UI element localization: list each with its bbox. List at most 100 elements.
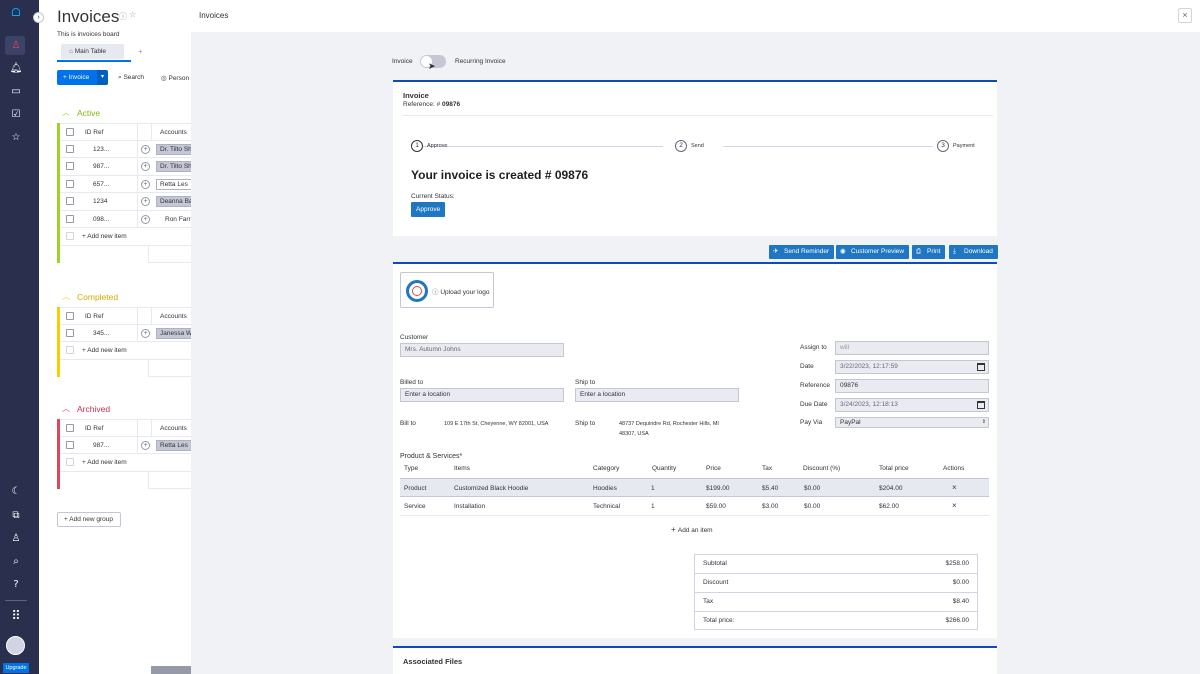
table-row[interactable]: 1234 + Deanna Ba (60, 193, 191, 211)
ship-to-input[interactable]: Enter a location (575, 388, 739, 402)
row-checkbox[interactable] (66, 197, 74, 205)
app-logo-icon[interactable]: ᗝ (9, 6, 23, 20)
add-update-icon[interactable]: + (141, 144, 150, 154)
group-title-active[interactable]: Active (77, 108, 100, 118)
account-cell[interactable]: Retta Les (156, 439, 191, 451)
row-checkbox[interactable] (66, 440, 74, 449)
group-collapse-icon[interactable]: ︿ (62, 291, 70, 302)
assign-to-input[interactable]: will (835, 341, 989, 355)
add-update-icon[interactable]: + (141, 197, 150, 206)
favorites-icon[interactable]: ☆ (9, 131, 23, 145)
add-new-item[interactable]: + Add new item (82, 347, 127, 354)
add-update-icon[interactable]: + (141, 440, 150, 450)
date-input[interactable]: 3/22/2023, 12:17:59 (835, 360, 989, 374)
table-row[interactable]: 123... + Dr. Tilto Shi (60, 140, 191, 158)
id-ref-cell[interactable]: 657... (93, 181, 123, 188)
calendar-icon[interactable] (977, 363, 985, 371)
tab-main-table[interactable]: ⌂ Main Table (61, 44, 124, 59)
remove-row-icon[interactable]: × (952, 483, 957, 492)
table-row[interactable]: Product Customized Black Hoodie Hoodies … (400, 478, 989, 497)
account-cell[interactable]: Ron Farre (156, 213, 191, 225)
inbox-icon[interactable]: ▭ (9, 85, 23, 99)
download-button[interactable]: ⤓ Download (949, 245, 998, 259)
approve-status-button[interactable]: Approve (411, 202, 446, 217)
add-update-icon[interactable]: + (141, 162, 150, 171)
pay-via-select[interactable]: PayPal ⇕ (835, 417, 989, 428)
account-cell[interactable]: Dr. Tilto Shi (156, 161, 191, 172)
col-total-price: Total price (879, 465, 909, 472)
table-row[interactable]: 987... + Dr. Tilto Shi (60, 158, 191, 176)
add-view-button[interactable]: + (138, 47, 143, 56)
table-row[interactable]: 098... + Ron Farre (60, 210, 191, 228)
add-new-item[interactable]: + Add new item (82, 459, 127, 466)
add-item-row[interactable]: + Add new item (60, 342, 191, 360)
table-row[interactable]: Service Installation Technical 1 $59.00 … (400, 497, 989, 516)
cell-price: $59.00 (706, 503, 726, 510)
table-row[interactable]: 657... + Retta Les (60, 175, 191, 193)
integrations-icon[interactable]: ⧉ (9, 509, 23, 523)
due-date-input[interactable]: 3/24/2023, 12:18:13 (835, 398, 989, 412)
account-cell[interactable]: Dr. Tilto Shi (156, 143, 191, 155)
account-cell[interactable]: Deanna Ba (156, 196, 191, 207)
group-title-archived[interactable]: Archived (77, 404, 110, 414)
row-checkbox[interactable] (66, 328, 74, 337)
upload-logo-box[interactable]: ⓘ Upload your logo (400, 272, 494, 308)
remove-row-icon[interactable]: × (952, 501, 957, 510)
close-icon[interactable]: × (1178, 8, 1192, 23)
id-ref-cell[interactable]: 098... (93, 216, 123, 223)
select-all-checkbox[interactable] (66, 312, 74, 320)
table-row[interactable]: 987... + Retta Les (60, 436, 191, 454)
billed-to-input[interactable]: Enter a location (400, 388, 564, 402)
add-update-icon[interactable]: + (141, 214, 150, 224)
add-item-row[interactable]: + Add new item (60, 454, 191, 472)
add-an-item-button[interactable]: + Add an item (671, 525, 713, 534)
table-row[interactable]: 345... + Janessa W (60, 324, 191, 342)
row-checkbox[interactable] (66, 162, 74, 170)
col-actions: Actions (943, 465, 965, 472)
reference-input[interactable]: 09876 (835, 379, 989, 393)
upload-logo-text: ⓘ Upload your logo (432, 286, 489, 296)
group-collapse-icon[interactable]: ︿ (62, 107, 70, 118)
select-all-checkbox[interactable] (66, 128, 74, 136)
person-filter-button[interactable]: ◎ Person (161, 74, 189, 82)
upgrade-button[interactable]: Upgrade (3, 663, 29, 673)
id-ref-cell[interactable]: 345... (93, 330, 123, 337)
add-item-row[interactable]: + Add new item (60, 228, 191, 246)
id-ref-cell[interactable]: 123... (93, 146, 123, 153)
id-ref-cell[interactable]: 987... (93, 163, 123, 170)
search-icon[interactable]: ⌕ (9, 555, 23, 569)
dark-mode-icon[interactable]: ☾ (9, 485, 23, 499)
invite-members-icon[interactable]: ♙ (9, 532, 23, 546)
customer-input[interactable]: Mrs. Autumn Johns (400, 343, 564, 357)
group-title-completed[interactable]: Completed (77, 292, 118, 302)
id-ref-cell[interactable]: 1234 (93, 198, 123, 205)
board-star-icon[interactable]: ☆ (129, 10, 136, 19)
select-all-checkbox[interactable] (66, 424, 74, 432)
row-checkbox[interactable] (66, 214, 74, 223)
notifications-icon[interactable]: 🔔︎ (9, 62, 23, 76)
account-cell[interactable]: Janessa W (156, 327, 191, 339)
workspace-icon[interactable]: ♙ (9, 39, 23, 53)
customer-preview-button[interactable]: ◉ Customer Preview (836, 245, 910, 259)
avatar[interactable] (6, 636, 25, 655)
row-checkbox[interactable] (66, 144, 74, 153)
add-update-icon[interactable]: + (141, 179, 150, 189)
new-item-dropdown-icon[interactable]: ▾ (97, 70, 108, 85)
print-button[interactable]: ⎙ Print (912, 245, 946, 259)
calendar-icon[interactable] (977, 401, 985, 409)
account-cell[interactable]: Retta Les (156, 178, 191, 190)
search-button[interactable]: ⌕ Search (118, 74, 144, 82)
send-reminder-button[interactable]: ✈ Send Reminder (769, 245, 835, 259)
board-info-icon[interactable]: ⓘ (119, 11, 127, 22)
add-update-icon[interactable]: + (141, 328, 150, 338)
add-new-item[interactable]: + Add new item (82, 233, 127, 240)
add-group-button[interactable]: + Add new group (57, 512, 121, 527)
horizontal-scrollbar[interactable] (151, 666, 191, 674)
id-ref-cell[interactable]: 987... (93, 442, 123, 449)
group-collapse-icon[interactable]: ︿ (62, 403, 70, 414)
help-icon[interactable]: ? (9, 578, 23, 592)
collapse-nav-icon[interactable]: › (33, 12, 44, 23)
apps-grid-icon[interactable]: ⠿ (9, 610, 23, 624)
row-checkbox[interactable] (66, 179, 74, 188)
my-work-icon[interactable]: ☑ (9, 108, 23, 122)
